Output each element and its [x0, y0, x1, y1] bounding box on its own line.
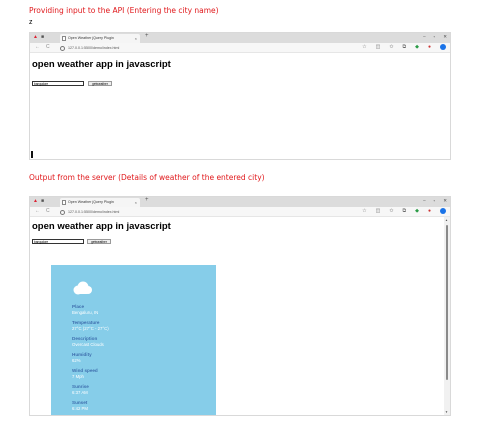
- url-text: 127.0.0.1:5500/demo/index.html: [68, 210, 120, 214]
- humidity-label: Humidity: [72, 352, 92, 357]
- minimize-button[interactable]: –: [423, 198, 426, 204]
- tab-title: Open Weather jQuery Plugin: [68, 200, 114, 204]
- address-bar[interactable]: 127.0.0.1:5500/demo/index.html: [60, 208, 119, 216]
- temperature-label: Temperature: [72, 320, 100, 325]
- browser-window-output: ▲ ■ Open Weather jQuery Plugin × + – ▫ ✕ …: [29, 196, 451, 416]
- star-icon[interactable]: ☆: [362, 44, 366, 50]
- page-icon: [62, 36, 66, 41]
- weather-temperature: Temperature 27°C (27°C - 27°C): [72, 320, 109, 331]
- wind-value: 7 Mph: [72, 374, 84, 379]
- maximize-button[interactable]: ▫: [434, 198, 436, 204]
- city-input[interactable]: bangalore: [32, 239, 84, 244]
- url-text: 127.0.0.1:5500/demo/index.html: [68, 46, 120, 50]
- get-weather-button[interactable]: getweather: [88, 81, 112, 86]
- scrollbar-thumb[interactable]: [446, 225, 448, 380]
- page-content: open weather app in javascript bangalore…: [30, 217, 450, 415]
- tab-bar: ▲ ■ Open Weather jQuery Plugin × + – ▫ ✕: [30, 197, 450, 207]
- address-bar[interactable]: 127.0.0.1:5500/demo/index.html: [60, 44, 119, 52]
- weather-card: Place Bengaluru, IN Temperature 27°C (27…: [51, 265, 216, 415]
- info-icon[interactable]: [60, 45, 65, 51]
- maximize-button[interactable]: ▫: [434, 34, 436, 40]
- reload-button[interactable]: C: [46, 208, 50, 214]
- humidity-value: 62%: [72, 358, 81, 363]
- profile-icon[interactable]: [440, 44, 446, 50]
- extension-red-icon[interactable]: ●: [428, 44, 431, 50]
- reading-icon[interactable]: ◫: [376, 44, 381, 50]
- cloud-icon: [73, 281, 92, 295]
- close-window-button[interactable]: ✕: [443, 198, 447, 204]
- sunset-value: 6:42 PM: [72, 406, 89, 411]
- page-title: open weather app in javascript: [32, 221, 171, 232]
- collections-icon[interactable]: ⧉: [403, 208, 407, 214]
- sunrise-label: Sunrise: [72, 384, 89, 389]
- reload-button[interactable]: C: [46, 44, 50, 50]
- nav-buttons: ← C: [35, 44, 50, 50]
- weather-description: Description Overcast Clouds: [72, 336, 104, 347]
- stray-char: z: [29, 19, 33, 26]
- back-button[interactable]: ←: [35, 44, 40, 50]
- description-label: Description: [72, 336, 98, 341]
- tab-close-icon[interactable]: ×: [135, 34, 137, 43]
- weather-humidity: Humidity 62%: [72, 352, 92, 363]
- output-caption: Output from the server (Details of weath…: [29, 173, 265, 182]
- page-icon: [62, 200, 66, 205]
- wind-label: Wind speed: [72, 368, 98, 373]
- star-icon[interactable]: ☆: [362, 208, 366, 214]
- weather-sunrise: Sunrise 6:37 AM: [72, 384, 89, 395]
- text-cursor: [31, 151, 33, 158]
- tab-title: Open Weather jQuery Plugin: [68, 36, 114, 40]
- window-controls: – ▫ ✕: [423, 198, 447, 204]
- weather-wind: Wind speed 7 Mph: [72, 368, 98, 379]
- profile-icon[interactable]: [440, 208, 446, 214]
- page-content: open weather app in javascript bangalore…: [30, 53, 450, 159]
- description-value: Overcast Clouds: [72, 342, 104, 347]
- toolbar-icons: ☆ ◫ ✩ ⧉ ◆ ●: [362, 208, 446, 214]
- weather-place: Place Bengaluru, IN: [72, 304, 98, 315]
- weather-sunset: Sunset 6:42 PM: [72, 400, 88, 411]
- city-input[interactable]: bangalore: [32, 81, 84, 86]
- browser-window-input: ▲ ■ Open Weather jQuery Plugin × + – ▫ ✕ …: [29, 32, 451, 160]
- page-scrollbar[interactable]: ▲ ▼: [444, 217, 450, 415]
- favorites-icon[interactable]: ✩: [389, 44, 393, 50]
- input-caption: Providing input to the API (Entering the…: [29, 6, 219, 15]
- tab-close-icon[interactable]: ×: [135, 198, 137, 207]
- browser-tab[interactable]: Open Weather jQuery Plugin ×: [60, 34, 140, 43]
- sunset-label: Sunset: [72, 400, 88, 405]
- window-controls: – ▫ ✕: [423, 34, 447, 40]
- nav-buttons: ← C: [35, 208, 50, 214]
- reading-icon[interactable]: ◫: [376, 208, 381, 214]
- sunrise-value: 6:37 AM: [72, 390, 88, 395]
- place-label: Place: [72, 304, 85, 309]
- tab-bar: ▲ ■ Open Weather jQuery Plugin × + – ▫ ✕: [30, 33, 450, 43]
- collections-icon[interactable]: ⧉: [403, 44, 407, 50]
- favorites-icon[interactable]: ✩: [389, 208, 393, 214]
- browser-tab[interactable]: Open Weather jQuery Plugin ×: [60, 198, 140, 207]
- extension-icon[interactable]: ◆: [415, 208, 419, 214]
- system-icons: ▲ ■: [33, 34, 44, 40]
- system-icons: ▲ ■: [33, 198, 44, 204]
- get-weather-button[interactable]: getweather: [87, 239, 111, 244]
- scroll-down-icon[interactable]: ▼: [445, 410, 448, 414]
- scroll-up-icon[interactable]: ▲: [445, 218, 448, 222]
- new-tab-button[interactable]: +: [145, 33, 149, 39]
- toolbar-icons: ☆ ◫ ✩ ⧉ ◆ ●: [362, 44, 446, 50]
- address-toolbar: ← C 127.0.0.1:5500/demo/index.html ☆ ◫ ✩…: [30, 43, 450, 53]
- minimize-button[interactable]: –: [423, 34, 426, 40]
- place-value: Bengaluru, IN: [72, 310, 99, 315]
- page-title: open weather app in javascript: [32, 59, 171, 70]
- temperature-value: 27°C (27°C - 27°C): [72, 326, 109, 331]
- close-window-button[interactable]: ✕: [443, 34, 447, 40]
- extension-icon[interactable]: ◆: [415, 44, 419, 50]
- info-icon[interactable]: [60, 209, 65, 215]
- address-toolbar: ← C 127.0.0.1:5500/demo/index.html ☆ ◫ ✩…: [30, 207, 450, 217]
- new-tab-button[interactable]: +: [145, 197, 149, 203]
- back-button[interactable]: ←: [35, 208, 40, 214]
- extension-red-icon[interactable]: ●: [428, 208, 431, 214]
